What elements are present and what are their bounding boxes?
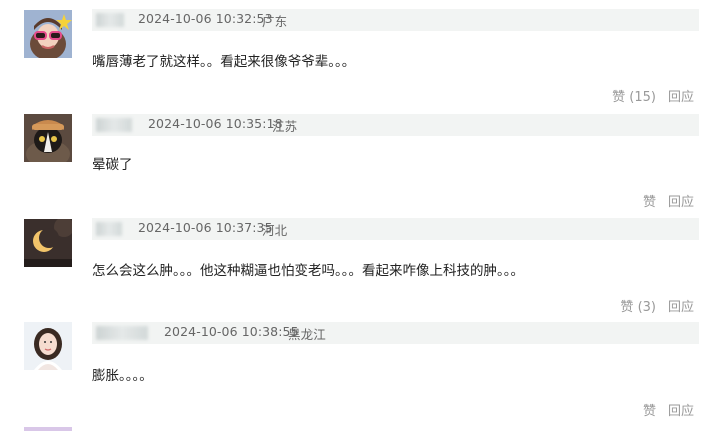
sunglasses-girl-avatar-icon xyxy=(24,10,72,58)
comment-timestamp: 2024-10-06 10:38:55 xyxy=(164,324,299,339)
reply-button[interactable]: 回应 xyxy=(668,300,694,315)
like-button[interactable]: 赞 (15) xyxy=(612,90,656,105)
like-count: (15) xyxy=(629,90,656,105)
avatar[interactable] xyxy=(24,10,72,58)
avatar[interactable] xyxy=(24,114,72,162)
comment-location: 江苏 xyxy=(272,119,298,134)
comment-text: 怎么会这么肿。。。他这种糊逼也怕变老吗。。。看起来咋像上科技的肿。。。 xyxy=(92,263,524,279)
comment-timestamp: 2024-10-06 10:37:35 xyxy=(138,220,273,235)
comment-location: 河北 xyxy=(262,223,288,238)
comment-meta: 2024-10-06 10:32:53 广东 xyxy=(92,9,699,31)
username-redacted[interactable] xyxy=(96,13,124,27)
reply-button[interactable]: 回应 xyxy=(668,404,694,419)
comment-meta: 2024-10-06 10:38:55 黑龙江 xyxy=(92,322,699,344)
comment-actions: 赞回应 xyxy=(643,400,694,419)
comment-actions: 赞回应 xyxy=(643,191,694,210)
like-button[interactable]: 赞 xyxy=(643,195,656,210)
comment-actions: 赞 (15) 回应 xyxy=(612,86,694,105)
comment-timestamp: 2024-10-06 10:35:18 xyxy=(148,116,283,131)
avatar[interactable] xyxy=(24,219,72,267)
comment-location: 黑龙江 xyxy=(288,327,326,342)
comment-timestamp: 2024-10-06 10:32:53 xyxy=(138,11,273,26)
comment-meta: 2024-10-06 10:35:18 江苏 xyxy=(92,114,699,136)
reply-button[interactable]: 回应 xyxy=(668,90,694,105)
comment-text: 膨胀。。。。 xyxy=(92,368,153,384)
username-redacted[interactable] xyxy=(96,326,148,340)
moon-avatar-icon xyxy=(24,219,72,267)
like-button[interactable]: 赞 (3) xyxy=(620,300,656,315)
cat-avatar-icon xyxy=(24,114,72,162)
username-redacted[interactable] xyxy=(96,222,122,236)
username-redacted[interactable] xyxy=(96,118,132,132)
woman-portrait-avatar-icon xyxy=(24,322,72,370)
like-button[interactable]: 赞 xyxy=(643,404,656,419)
comment-text: 嘴唇薄老了就这样。。看起来很像爷爷辈。。。 xyxy=(92,54,356,70)
comment-location: 广东 xyxy=(262,14,288,29)
avatar[interactable] xyxy=(24,322,72,370)
comment-meta: 2024-10-06 10:37:35 河北 xyxy=(92,218,699,240)
comment-text: 晕碳了 xyxy=(92,157,133,173)
comment-actions: 赞 (3) 回应 xyxy=(620,296,694,315)
like-count: (3) xyxy=(637,300,656,315)
next-comment-avatar[interactable] xyxy=(24,427,72,431)
reply-button[interactable]: 回应 xyxy=(668,195,694,210)
